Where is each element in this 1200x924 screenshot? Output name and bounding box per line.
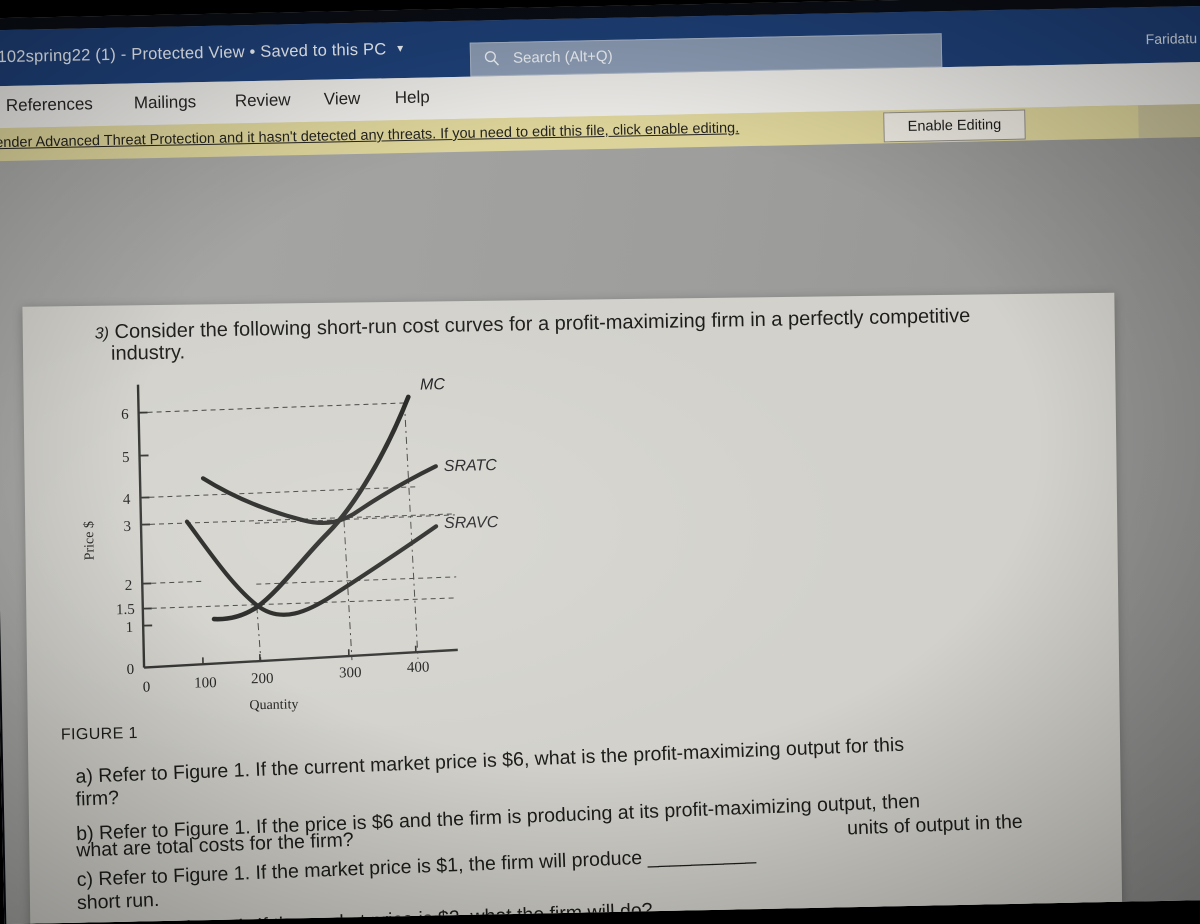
account-name[interactable]: Faridatu Pafadnam bbox=[1146, 29, 1200, 47]
enable-editing-button[interactable]: Enable Editing bbox=[883, 110, 1026, 143]
question-part-d: d) Refer to Figure 1. If the market pric… bbox=[77, 899, 653, 924]
question-part-a-line1: a) Refer to Figure 1. If the current mar… bbox=[75, 734, 904, 790]
tab-review[interactable]: Review bbox=[235, 90, 291, 111]
tab-references[interactable]: References bbox=[6, 94, 93, 116]
protected-view-message: t Defender Advanced Threat Protection an… bbox=[0, 120, 739, 152]
figure-caption: FIGURE 1 bbox=[61, 724, 138, 745]
svg-text:6: 6 bbox=[121, 407, 129, 423]
document-title-text: ntQu102spring22 (1) - Protected View • S… bbox=[0, 40, 387, 67]
svg-text:0: 0 bbox=[143, 679, 151, 695]
title-dropdown-caret-icon[interactable]: ▾ bbox=[397, 41, 404, 55]
question-part-a-line2: firm? bbox=[75, 787, 119, 812]
question-3-line-1: 3) Consider the following short-run cost… bbox=[95, 304, 971, 345]
svg-text:300: 300 bbox=[339, 665, 362, 681]
curve-label-sravc: SRAVC bbox=[444, 514, 499, 532]
svg-text:5: 5 bbox=[122, 450, 130, 466]
question-3-text: Consider the following short-run cost cu… bbox=[114, 305, 970, 343]
svg-text:400: 400 bbox=[407, 659, 430, 675]
chart-vertical-guides bbox=[252, 403, 417, 662]
document-page-1: 3) Consider the following short-run cost… bbox=[22, 293, 1123, 924]
curve-sravc bbox=[187, 516, 438, 617]
figure-1-chart: 6 5 4 3 2 1.5 1 0 0 100 200 300 bbox=[52, 356, 560, 732]
question-part-c-line2: short run. bbox=[77, 889, 160, 916]
search-icon bbox=[483, 49, 501, 67]
tab-mailings[interactable]: Mailings bbox=[134, 92, 197, 113]
curve-label-mc: MC bbox=[420, 376, 446, 394]
svg-text:100: 100 bbox=[194, 675, 217, 691]
tab-help[interactable]: Help bbox=[395, 87, 430, 108]
svg-text:200: 200 bbox=[251, 671, 274, 687]
svg-text:2: 2 bbox=[125, 578, 133, 594]
chart-y-axis-title: Price $ bbox=[82, 521, 98, 561]
svg-text:1: 1 bbox=[126, 620, 134, 636]
svg-text:0: 0 bbox=[126, 662, 134, 678]
question-number: 3) bbox=[95, 325, 110, 342]
cost-curve-svg: 6 5 4 3 2 1.5 1 0 0 100 200 300 bbox=[52, 356, 560, 732]
svg-text:4: 4 bbox=[123, 492, 131, 508]
chart-y-tick-labels: 6 5 4 3 2 1.5 1 0 bbox=[112, 407, 137, 678]
screen-photo: ntQu102spring22 (1) - Protected View • S… bbox=[0, 0, 1200, 924]
chart-gridlines bbox=[139, 402, 457, 609]
document-title: ntQu102spring22 (1) - Protected View • S… bbox=[0, 40, 398, 68]
chart-x-axis-title: Quantity bbox=[249, 697, 298, 713]
document-workspace: 3) Consider the following short-run cost… bbox=[0, 135, 1200, 924]
tab-view[interactable]: View bbox=[324, 89, 361, 110]
curve-mc bbox=[209, 397, 413, 619]
question-3-line-2: industry. bbox=[111, 340, 186, 366]
search-placeholder: Search (Alt+Q) bbox=[513, 48, 613, 67]
svg-text:1.5: 1.5 bbox=[116, 602, 135, 618]
curve-label-sratc: SRATC bbox=[444, 457, 498, 475]
svg-text:3: 3 bbox=[123, 519, 131, 535]
